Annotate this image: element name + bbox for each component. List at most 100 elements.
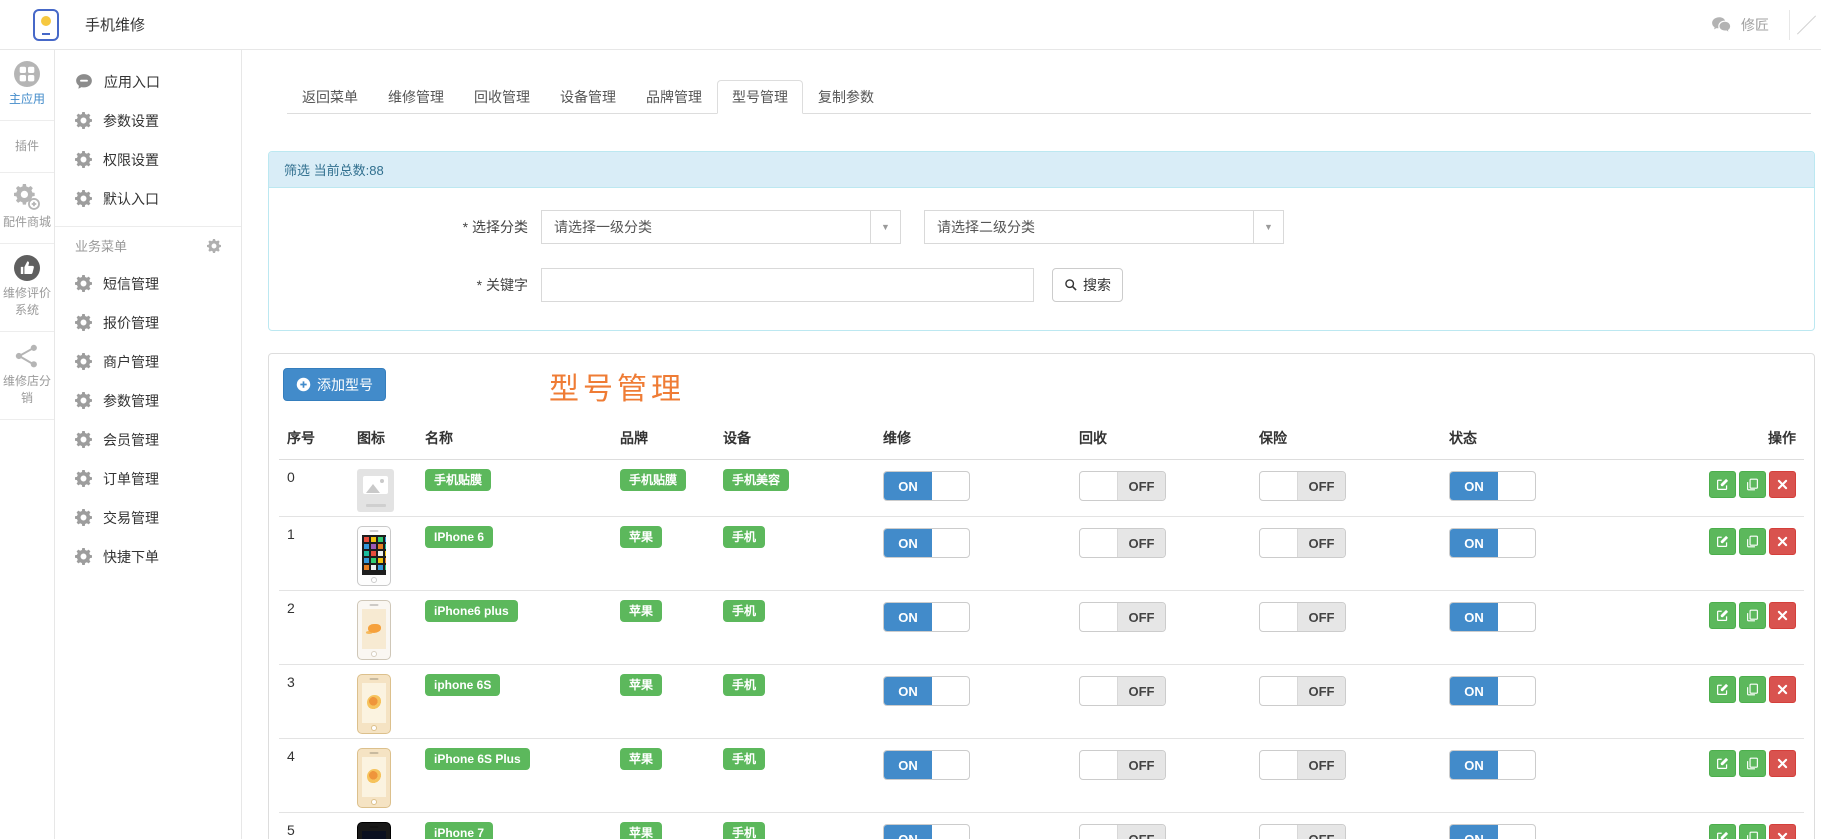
sidebar: 应用入口 参数设置 权限设置 默认入口 业务菜单 短信管理 报价管理 商户管理 …	[55, 50, 242, 839]
sidebar-item-quick-order[interactable]: 快捷下单	[55, 537, 241, 576]
sidebar-item-app-entry[interactable]: 应用入口	[55, 62, 241, 101]
sidebar-item-label: 短信管理	[103, 275, 159, 292]
insurance-toggle[interactable]: OFF	[1259, 471, 1346, 501]
tab-copy-params[interactable]: 复制参数	[803, 80, 889, 114]
delete-button[interactable]	[1769, 750, 1796, 777]
rail-item-label: 主应用	[8, 92, 45, 106]
col-index: 序号	[279, 417, 349, 460]
edit-button[interactable]	[1709, 602, 1736, 629]
tab-model-mgmt[interactable]: 型号管理	[717, 80, 803, 114]
edit-icon	[1716, 535, 1729, 548]
gear-icon	[75, 314, 92, 331]
edit-button[interactable]	[1709, 824, 1736, 839]
sidebar-item-merchant-mgmt[interactable]: 商户管理	[55, 342, 241, 381]
status-toggle[interactable]: ON	[1449, 471, 1536, 501]
insurance-toggle[interactable]: OFF	[1259, 528, 1346, 558]
gear-icon[interactable]	[207, 239, 221, 253]
keyword-label: * 关键字	[476, 277, 528, 293]
status-toggle[interactable]: ON	[1449, 602, 1536, 632]
repair-toggle[interactable]: ON	[883, 528, 970, 558]
topbar-account[interactable]: 修匠	[1711, 9, 1821, 40]
status-toggle[interactable]: ON	[1449, 750, 1536, 780]
sidebar-item-member-mgmt[interactable]: 会员管理	[55, 420, 241, 459]
recycle-toggle[interactable]: OFF	[1079, 471, 1166, 501]
recycle-toggle[interactable]: OFF	[1079, 602, 1166, 632]
repair-toggle[interactable]: ON	[883, 750, 970, 780]
keyword-input[interactable]	[541, 268, 1034, 302]
sidebar-item-quote-mgmt[interactable]: 报价管理	[55, 303, 241, 342]
status-toggle[interactable]: ON	[1449, 676, 1536, 706]
rail-item-main-app[interactable]: 主应用	[0, 50, 54, 121]
col-brand: 品牌	[612, 417, 715, 460]
delete-button[interactable]	[1769, 676, 1796, 703]
sidebar-item-sms-mgmt[interactable]: 短信管理	[55, 264, 241, 303]
sidebar-item-trade-mgmt[interactable]: 交易管理	[55, 498, 241, 537]
table-row: 5 iPhone 7 苹果 手机 ON OFF OFF ON	[279, 812, 1804, 839]
repair-toggle[interactable]: ON	[883, 676, 970, 706]
copy-button[interactable]	[1739, 750, 1766, 777]
caret-down-icon[interactable]: ▼	[870, 211, 900, 243]
repair-toggle[interactable]: ON	[883, 471, 970, 501]
sidebar-item-parameter-mgmt[interactable]: 参数管理	[55, 381, 241, 420]
copy-button[interactable]	[1739, 824, 1766, 839]
recycle-toggle[interactable]: OFF	[1079, 676, 1166, 706]
insurance-toggle[interactable]: OFF	[1259, 676, 1346, 706]
delete-button[interactable]	[1769, 528, 1796, 555]
sidebar-item-order-mgmt[interactable]: 订单管理	[55, 459, 241, 498]
rail-item-shop-distribution[interactable]: 维修店分销	[0, 332, 54, 420]
rail-item-parts-mall[interactable]: 配件商城	[0, 173, 54, 244]
model-image-placeholder	[357, 469, 394, 512]
app-title: 手机维修	[85, 17, 146, 34]
app-logo-phone-bulb-icon[interactable]	[33, 8, 59, 41]
status-toggle[interactable]: ON	[1449, 824, 1536, 839]
row-index: 2	[279, 590, 349, 665]
sidebar-item-label: 应用入口	[104, 73, 160, 90]
recycle-toggle[interactable]: OFF	[1079, 528, 1166, 558]
tab-device-mgmt[interactable]: 设备管理	[545, 80, 631, 114]
collapse-chevron-icon[interactable]	[1796, 14, 1817, 35]
category-level2-select[interactable]: 请选择二级分类 ▼	[924, 210, 1284, 244]
col-actions: 操作	[1686, 417, 1804, 460]
tab-repair-mgmt[interactable]: 维修管理	[373, 80, 459, 114]
col-name: 名称	[417, 417, 612, 460]
x-icon	[1776, 609, 1789, 622]
copy-button[interactable]	[1739, 528, 1766, 555]
rail-item-review-system[interactable]: 维修评价系统	[0, 244, 54, 332]
sidebar-item-param-settings[interactable]: 参数设置	[55, 101, 241, 140]
status-toggle[interactable]: ON	[1449, 528, 1536, 558]
x-icon	[1776, 535, 1789, 548]
edit-button[interactable]	[1709, 528, 1736, 555]
repair-toggle[interactable]: ON	[883, 824, 970, 839]
delete-button[interactable]	[1769, 824, 1796, 839]
add-model-button[interactable]: 添加型号	[283, 368, 386, 401]
insurance-toggle[interactable]: OFF	[1259, 750, 1346, 780]
recycle-toggle[interactable]: OFF	[1079, 824, 1166, 839]
edit-button[interactable]	[1709, 750, 1736, 777]
edit-icon	[1716, 478, 1729, 491]
tab-recycle-mgmt[interactable]: 回收管理	[459, 80, 545, 114]
caret-down-icon[interactable]: ▼	[1253, 211, 1283, 243]
delete-button[interactable]	[1769, 602, 1796, 629]
copy-button[interactable]	[1739, 676, 1766, 703]
repair-toggle[interactable]: ON	[883, 602, 970, 632]
delete-button[interactable]	[1769, 471, 1796, 498]
model-mgmt-watermark: 型号管理	[549, 372, 685, 407]
insurance-toggle[interactable]: OFF	[1259, 602, 1346, 632]
tab-brand-mgmt[interactable]: 品牌管理	[631, 80, 717, 114]
sidebar-item-permission-settings[interactable]: 权限设置	[55, 140, 241, 179]
rail-item-plugins[interactable]: 插件	[0, 121, 54, 173]
sidebar-item-default-entry[interactable]: 默认入口	[55, 179, 241, 218]
edit-icon	[1716, 757, 1729, 770]
category-level1-select[interactable]: 请选择一级分类 ▼	[541, 210, 901, 244]
brand-badge: 苹果	[620, 526, 663, 548]
recycle-toggle[interactable]: OFF	[1079, 750, 1166, 780]
edit-button[interactable]	[1709, 676, 1736, 703]
insurance-toggle[interactable]: OFF	[1259, 824, 1346, 839]
copy-button[interactable]	[1739, 471, 1766, 498]
edit-button[interactable]	[1709, 471, 1736, 498]
search-button[interactable]: 搜索	[1052, 268, 1123, 302]
tab-back-to-menu[interactable]: 返回菜单	[287, 80, 373, 114]
copy-button[interactable]	[1739, 602, 1766, 629]
device-badge: 手机	[723, 822, 766, 839]
sidebar-item-label: 交易管理	[103, 509, 159, 526]
